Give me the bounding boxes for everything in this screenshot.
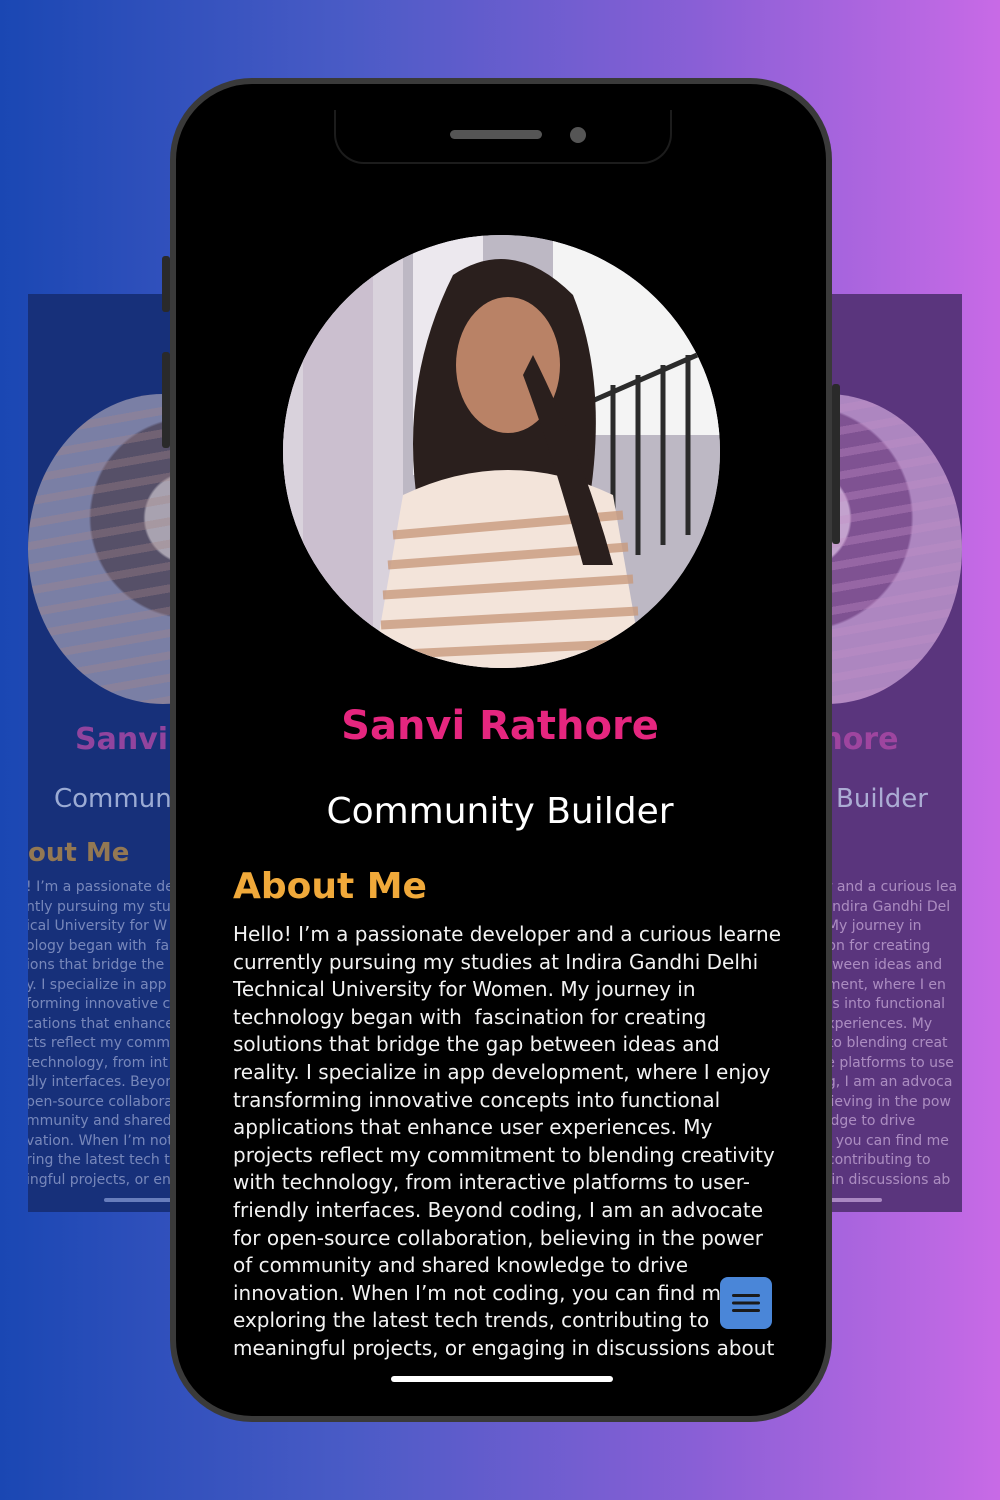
background-about-title: out Me <box>28 838 130 868</box>
speaker-grille <box>450 130 542 139</box>
profile-role: Community Builder <box>326 791 674 832</box>
about-body: Hello! I’m a passionate developer and a … <box>233 922 781 1360</box>
menu-button[interactable] <box>720 1277 772 1329</box>
background-about-body: ! I’m a passionate de ntly pursuing my s… <box>28 879 175 1188</box>
hamburger-menu-icon <box>732 1294 760 1312</box>
home-indicator <box>391 1376 613 1382</box>
profile-name: Sanvi Rathore <box>341 703 659 749</box>
about-title: About Me <box>233 866 427 907</box>
profile-avatar <box>283 235 720 668</box>
background-about-body: er and a curious lea t Indira Gandhi Del… <box>818 879 958 1188</box>
avatar-photo <box>283 235 720 668</box>
volume-down-button <box>162 352 170 448</box>
volume-up-button <box>162 256 170 312</box>
power-button <box>832 384 840 544</box>
front-camera <box>570 127 586 143</box>
background-role: Builder <box>836 784 928 814</box>
background-role: Commun <box>54 784 172 814</box>
